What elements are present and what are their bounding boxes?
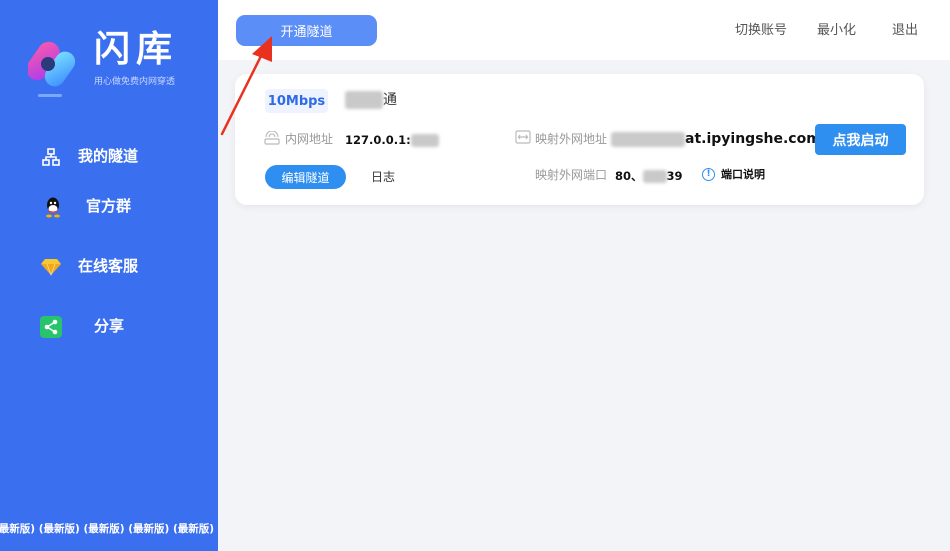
internal-address-label: 内网地址 — [285, 132, 334, 146]
redacted-text — [642, 170, 667, 183]
edit-tunnel-button[interactable]: 编辑隧道 — [265, 165, 346, 189]
switch-account-link[interactable]: 切换账号 — [735, 22, 787, 39]
sidebar-item-label: 在线客服 — [78, 257, 139, 275]
redacted-text — [611, 131, 685, 147]
sidebar: 闪库 用心做免费内网穿透 我的隧道 官方群 在线客服 分享 (最新版) (最新版… — [0, 0, 218, 551]
tunnel-name: 通 — [345, 90, 397, 110]
qq-icon — [42, 196, 64, 218]
mapped-address-label: 映射外网地址 — [535, 132, 608, 146]
mapping-icon — [515, 130, 531, 144]
sidebar-item-share[interactable]: 分享 — [0, 306, 218, 346]
internal-address-value: 127.0.0.1: — [345, 132, 439, 148]
minimize-link[interactable]: 最小化 — [817, 22, 856, 39]
sidebar-item-online-support[interactable]: 在线客服 — [0, 246, 218, 286]
diamond-icon — [40, 256, 62, 278]
sidebar-item-my-tunnels[interactable]: 我的隧道 — [0, 136, 218, 176]
exit-link[interactable]: 退出 — [892, 22, 918, 39]
mapped-address-value: at.ipyingshe.com — [611, 130, 821, 148]
redacted-text — [410, 134, 439, 147]
redacted-text — [345, 91, 383, 109]
log-link[interactable]: 日志 — [371, 169, 395, 185]
logo-icon — [28, 41, 76, 97]
red-arrow-annotation — [220, 36, 272, 136]
share-icon — [40, 316, 62, 338]
info-icon: ! — [702, 167, 715, 181]
port-help-link[interactable]: ! 端口说明 — [702, 166, 765, 182]
tunnel-card: 10Mbps 通 内网地址 127.0.0.1: 映射外网地址 at.ipyin… — [235, 74, 924, 205]
tunnel-icon — [40, 146, 62, 168]
mapped-port-label: 映射外网端口 — [535, 168, 608, 182]
mapped-port-value: 80、 39 — [615, 169, 683, 183]
sidebar-item-official-group[interactable]: 官方群 — [0, 186, 218, 226]
sidebar-item-label: 我的隧道 — [78, 147, 139, 165]
brand-subtitle: 用心做免费内网穿透 — [94, 77, 176, 87]
start-button[interactable]: 点我启动 — [815, 124, 906, 155]
brand-title: 闪库 — [94, 29, 179, 70]
sidebar-item-label: 分享 — [94, 317, 125, 335]
sidebar-item-label: 官方群 — [86, 197, 132, 215]
version-marquee: (最新版) (最新版) (最新版) (最新版) (最新版) (最 — [0, 523, 218, 535]
